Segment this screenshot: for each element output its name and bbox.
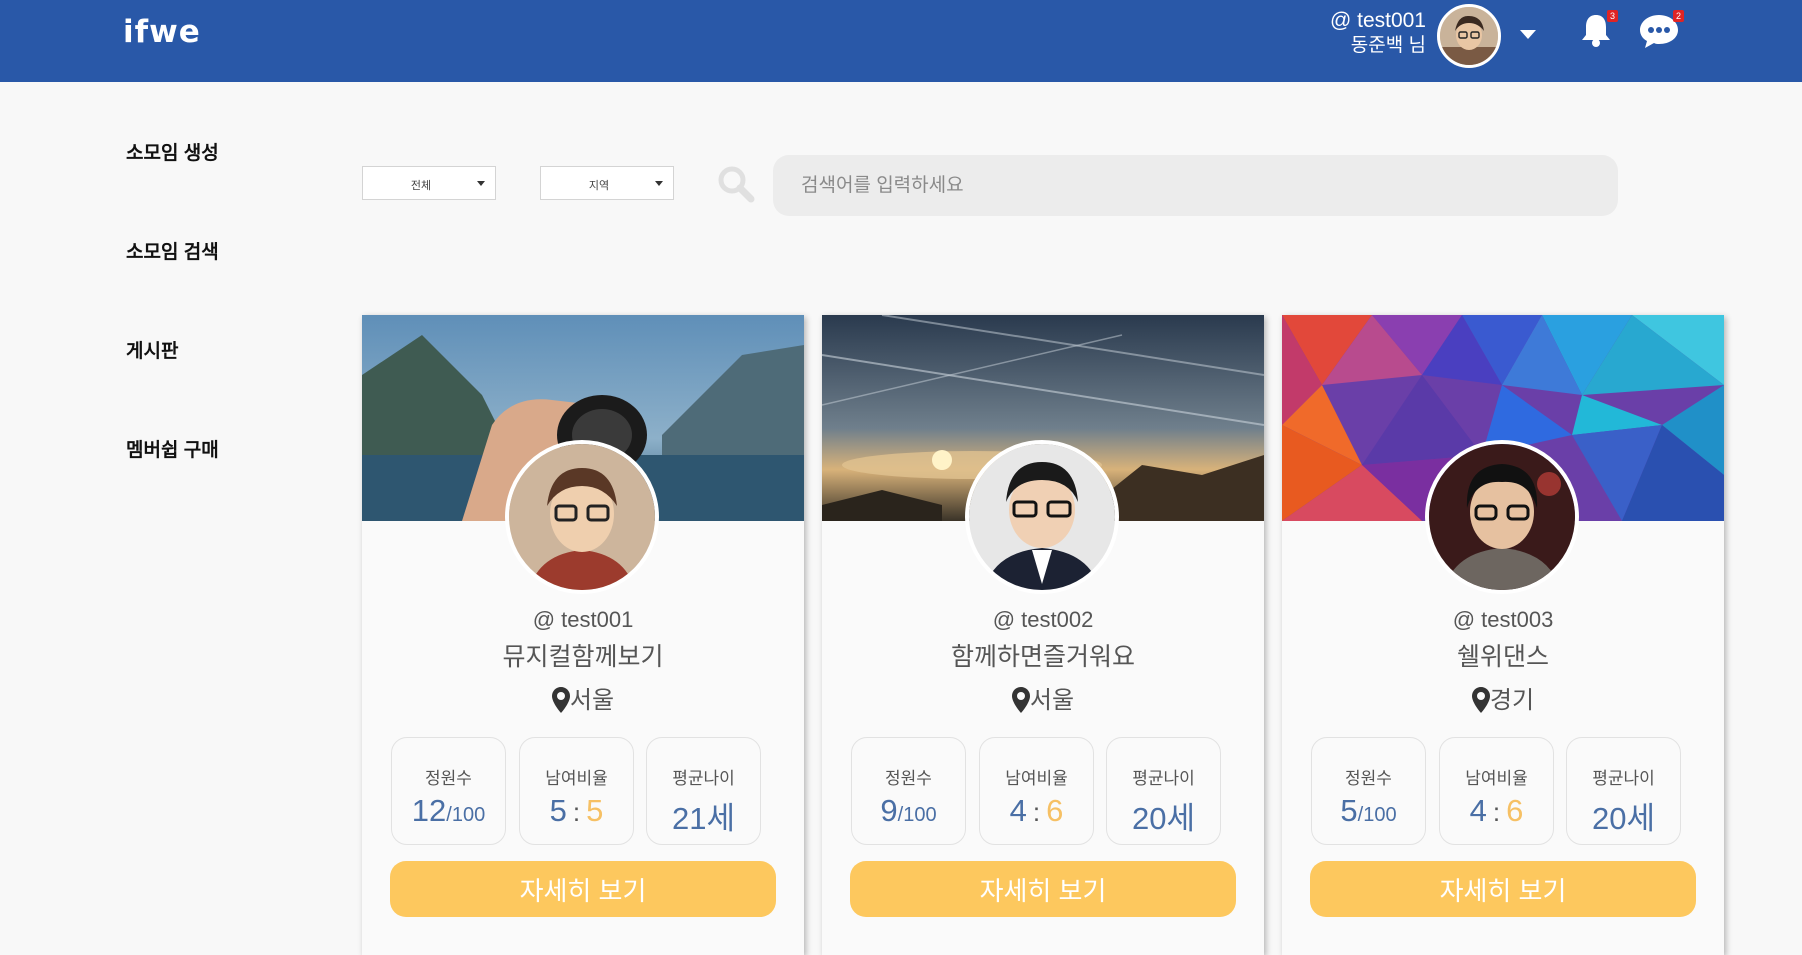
- message-badge: 2: [1673, 10, 1684, 22]
- member-count: 12: [411, 793, 447, 828]
- sidebar-item-search-group[interactable]: 소모임 검색: [126, 237, 219, 336]
- average-age: 20세: [1591, 801, 1655, 836]
- location-pin-icon: [551, 687, 570, 713]
- average-age-label: 평균나이: [1592, 769, 1655, 788]
- gender-ratio-box: 남여비율 4:6: [1439, 737, 1554, 845]
- location-pin-icon: [1471, 687, 1490, 713]
- gender-ratio-label: 남여비율: [545, 769, 608, 788]
- avatar[interactable]: [965, 440, 1119, 594]
- male-count: 4: [1009, 793, 1027, 828]
- gender-ratio-box: 남여비율 5:5: [519, 737, 634, 845]
- notifications-button[interactable]: 3: [1576, 10, 1618, 50]
- male-count: 4: [1469, 793, 1487, 828]
- top-navbar: ifwe @ test001 동준백 님 3 2: [0, 0, 1802, 82]
- member-capacity: /100: [1357, 804, 1397, 826]
- gender-ratio-label: 남여비율: [1005, 769, 1068, 788]
- female-count: 5: [586, 793, 604, 828]
- average-age: 21세: [671, 801, 735, 836]
- average-age-box: 평균나이 20세: [1106, 737, 1221, 845]
- avatar[interactable]: [1437, 4, 1501, 68]
- user-info: @ test001 동준백 님: [1330, 8, 1426, 58]
- average-age-box: 평균나이 21세: [646, 737, 761, 845]
- group-owner-id: @ test002: [992, 607, 1094, 632]
- member-count-box: 정원수 5/100: [1311, 737, 1426, 845]
- user-menu-dropdown[interactable]: [1516, 22, 1540, 46]
- average-age-box: 평균나이 20세: [1566, 737, 1681, 845]
- gender-ratio-box: 남여비율 4:6: [979, 737, 1094, 845]
- member-count-label: 정원수: [1345, 769, 1392, 788]
- group-card: @ test001 뮤지컬함께보기 서울 정원수 12/100 남여비율 5:5…: [362, 315, 804, 955]
- search-icon: [718, 166, 755, 203]
- group-location: 경기: [1282, 680, 1724, 715]
- sidebar-item-membership[interactable]: 멤버쉽 구매: [126, 435, 219, 534]
- region-select[interactable]: 지역: [540, 166, 674, 200]
- gender-ratio-label: 남여비율: [1465, 769, 1528, 788]
- member-count: 9: [880, 793, 898, 828]
- logo[interactable]: ifwe: [123, 14, 201, 50]
- member-count-box: 정원수 9/100: [851, 737, 966, 845]
- location-label: 서울: [1029, 687, 1075, 714]
- group-title: 뮤지컬함께보기: [502, 643, 664, 671]
- female-count: 6: [1046, 793, 1064, 828]
- group-owner-id: @ test003: [1452, 607, 1554, 632]
- sidebar-item-create-group[interactable]: 소모임 생성: [126, 138, 219, 237]
- average-age-label: 평균나이: [672, 769, 735, 788]
- view-details-button[interactable]: 자세히 보기: [390, 861, 776, 917]
- region-select-value: 지역: [588, 180, 610, 192]
- avatar[interactable]: [505, 440, 659, 594]
- average-age: 20세: [1131, 801, 1195, 836]
- member-capacity: /100: [446, 804, 486, 826]
- member-count: 5: [1340, 793, 1358, 828]
- notification-badge: 3: [1607, 10, 1618, 22]
- category-select-value: 전체: [410, 180, 432, 192]
- location-label: 경기: [1489, 687, 1535, 714]
- messages-button[interactable]: 2: [1636, 10, 1684, 50]
- caret-down-icon: [1520, 30, 1536, 39]
- dropdown-arrow-icon: [655, 181, 663, 186]
- sidebar: 소모임 생성 소모임 검색 게시판 멤버쉽 구매: [126, 138, 219, 534]
- member-count-label: 정원수: [885, 769, 932, 788]
- location-label: 서울: [569, 687, 615, 714]
- search-input[interactable]: [773, 155, 1618, 216]
- member-count-label: 정원수: [425, 769, 472, 788]
- group-owner-id: @ test001: [532, 607, 634, 632]
- average-age-label: 평균나이: [1132, 769, 1195, 788]
- group-card: @ test002 함께하면즐거워요 서울 정원수 9/100 남여비율 4:6…: [822, 315, 1264, 955]
- search-button[interactable]: [716, 164, 756, 204]
- view-details-button[interactable]: 자세히 보기: [850, 861, 1236, 917]
- view-details-button[interactable]: 자세히 보기: [1310, 861, 1696, 917]
- group-location: 서울: [362, 680, 804, 715]
- member-capacity: /100: [897, 804, 937, 826]
- group-card: @ test003 쉘위댄스 경기 정원수 5/100 남여비율 4:6 평균나…: [1282, 315, 1724, 955]
- user-nickname: 동준백 님: [1350, 35, 1426, 56]
- sidebar-item-board[interactable]: 게시판: [126, 336, 219, 435]
- female-count: 6: [1506, 793, 1524, 828]
- group-location: 서울: [822, 680, 1264, 715]
- location-pin-icon: [1011, 687, 1030, 713]
- category-select[interactable]: 전체: [362, 166, 496, 200]
- user-id: @ test001: [1329, 9, 1426, 32]
- group-title: 쉘위댄스: [1456, 643, 1549, 671]
- group-title: 함께하면즐거워요: [950, 643, 1135, 671]
- male-count: 5: [549, 793, 567, 828]
- dropdown-arrow-icon: [477, 181, 485, 186]
- avatar[interactable]: [1425, 440, 1579, 594]
- member-count-box: 정원수 12/100: [391, 737, 506, 845]
